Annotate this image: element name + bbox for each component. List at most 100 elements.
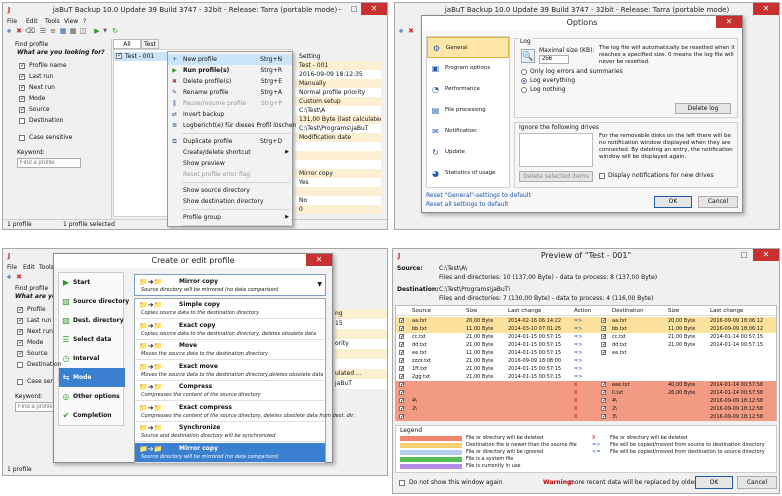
maxsize-input[interactable]: [539, 55, 569, 64]
context-item-delete-profile-s[interactable]: ✖ Delete profile(s) Strg+E: [168, 76, 292, 87]
row-dest-checkbox[interactable]: [601, 381, 607, 389]
drives-list[interactable]: [519, 133, 593, 167]
column-view-icon[interactable]: ◫: [79, 27, 87, 35]
clear-icon[interactable]: ⌫: [25, 27, 35, 35]
menu-item-1[interactable]: Edit: [26, 18, 38, 25]
table-row[interactable]: 1ff.txt 21,00 Byte 2014-01-15 00:57:15 =>: [396, 365, 776, 373]
context-item-invert-backup[interactable]: ⇄ Invert backup: [168, 109, 292, 120]
bg-keyword-input[interactable]: [15, 402, 55, 412]
wizard-step-source-directory[interactable]: ▨ Source directory: [59, 292, 129, 311]
table-row[interactable]: Xll.txt 26,00 Byte 2014-01-14 00:57:58: [396, 389, 776, 397]
log-radio[interactable]: [521, 69, 527, 75]
context-item-logbericht-e-f-r-dieses-profil-l-schen[interactable]: ≣ Logbericht(e) für dieses Profil löschen: [168, 120, 296, 131]
row-dest-checkbox[interactable]: [601, 405, 607, 413]
options-nav-general[interactable]: ⚙ General: [427, 37, 509, 58]
row-source-checkbox[interactable]: [399, 397, 405, 405]
display-notifications-checkbox[interactable]: [599, 173, 605, 179]
context-item-show-destination-directory[interactable]: Show destination directory: [168, 196, 292, 207]
tab-all-profiles[interactable]: All profiles: [113, 39, 141, 57]
table-row[interactable]: zzzz.txt 21,00 Byte 2016-09-09 18:08:00 =>: [396, 357, 776, 365]
table-row[interactable]: 2gg.txt 21,00 Byte 2014-01-15 00:57:15 =>: [396, 373, 776, 381]
options-close-button[interactable]: [716, 16, 742, 28]
column-header-6[interactable]: Last change: [710, 308, 743, 314]
column-header-1[interactable]: Size: [466, 308, 477, 314]
reset-all-link[interactable]: Reset all settings to default: [426, 201, 508, 208]
menu-item-3[interactable]: View: [64, 18, 78, 25]
log-radio[interactable]: [521, 78, 527, 84]
grid-view-icon[interactable]: ▦: [59, 27, 67, 35]
bg-case-checkbox[interactable]: [17, 379, 23, 385]
row-source-checkbox[interactable]: [399, 333, 405, 341]
bg-close-button[interactable]: [753, 3, 779, 15]
bg-option-checkbox[interactable]: [17, 306, 23, 314]
row-source-checkbox[interactable]: [399, 325, 405, 333]
table-row[interactable]: dd.txt 21,00 Byte 2014-01-15 00:57:15 => dd.…: [396, 341, 776, 349]
options-nav-program-options[interactable]: ▣ Program options: [427, 58, 509, 79]
delete-profile-icon[interactable]: ✖: [15, 27, 23, 35]
row-dest-checkbox[interactable]: [601, 349, 607, 357]
mode-option-exact-copy[interactable]: 📁➔📁 Exact copy Copies source data to the d…: [135, 320, 325, 340]
options-nav-update[interactable]: ↻ Update: [427, 142, 509, 163]
row-source-checkbox[interactable]: [399, 405, 405, 413]
row-source-checkbox[interactable]: [399, 413, 405, 421]
table-row[interactable]: X 3\ 2016-09-09 18:12:58: [396, 413, 776, 421]
mode-option-compress[interactable]: 📁➔📁 Compress Compresses the content of the…: [135, 381, 325, 401]
maximize-icon[interactable]: □: [347, 3, 361, 15]
options-nav-file-processing[interactable]: ▤ File processing: [427, 100, 509, 121]
table-row[interactable]: bb.txt 11,00 Byte 2014-03-10 07:01:25 => bb.…: [396, 325, 776, 333]
tab-test[interactable]: Test: [141, 39, 159, 49]
search-option-checkbox[interactable]: [19, 118, 25, 124]
search-option-checkbox[interactable]: [19, 106, 25, 114]
row-source-checkbox[interactable]: [399, 365, 405, 373]
context-item-show-source-directory[interactable]: Show source directory: [168, 185, 292, 196]
context-item-create-delete-shortcut[interactable]: Create/delete shortcut ▶: [168, 147, 292, 158]
row-source-checkbox[interactable]: [399, 373, 405, 381]
row-source-checkbox[interactable]: [399, 341, 405, 349]
row-dest-checkbox[interactable]: [601, 413, 607, 421]
row-source-checkbox[interactable]: [399, 317, 405, 325]
context-item-profile-properties[interactable]: ⚙Profile propertiesStrg+E: [168, 228, 292, 229]
context-item-rename-profile[interactable]: ✎ Rename profile Strg+A: [168, 87, 292, 98]
wizard-step-mode[interactable]: ⇆ Mode: [59, 368, 125, 387]
search-option-checkbox[interactable]: [19, 62, 25, 70]
bg-option-checkbox[interactable]: [17, 362, 23, 368]
wizard-close-button[interactable]: [306, 254, 332, 266]
case-sensitive-checkbox[interactable]: [19, 135, 25, 141]
run-dropdown-icon[interactable]: ▼: [101, 27, 109, 35]
bg-option-checkbox[interactable]: [17, 317, 23, 325]
options-nav-performance[interactable]: ◔ Performance: [427, 79, 509, 100]
table-row[interactable]: 2\ X 2\ 2016-09-09 18:12:58: [396, 405, 776, 413]
wizard-step-select-data[interactable]: ☰ Select data: [59, 330, 125, 349]
preview-ok-button[interactable]: OK: [695, 476, 733, 489]
mode-option-exact-compress[interactable]: 📁➔📁 Exact compress Compresses the content …: [135, 402, 354, 422]
new-profile-icon[interactable]: +: [5, 27, 13, 35]
preview-cancel-button[interactable]: Cancel: [737, 476, 777, 489]
row-source-checkbox[interactable]: [399, 357, 405, 365]
preview-maximize-icon[interactable]: □: [737, 249, 751, 261]
table-row[interactable]: 4\ X 4\ 2016-09-09 18:12:58: [396, 397, 776, 405]
profile-row[interactable]: Test - 001: [114, 52, 174, 61]
table-row[interactable]: Xeee.txt 40,00 Byte 2014-01-14 00:57:58: [396, 381, 776, 389]
table-row[interactable]: ee.txt 11,00 Byte 2014-01-15 00:57:15 => ee.…: [396, 349, 776, 357]
options-nav-statistics-of-usage[interactable]: ◕ Statistics of usage: [427, 163, 509, 184]
close-button[interactable]: [361, 3, 387, 15]
context-item-new-profile[interactable]: + New profile Strg+N: [168, 54, 292, 65]
mode-option-exact-move[interactable]: 📁➔📁 Exact move Moves the source data to th…: [135, 361, 325, 381]
bg-option-checkbox[interactable]: [17, 339, 23, 347]
menu-item-0[interactable]: File: [7, 18, 17, 25]
bg-option-checkbox[interactable]: [17, 328, 23, 336]
row-source-checkbox[interactable]: [399, 349, 405, 357]
run-icon[interactable]: ▶: [93, 27, 101, 35]
context-item-duplicate-profile[interactable]: ⧉ Duplicate profile Strg+D: [168, 136, 292, 147]
column-header-2[interactable]: Last change: [508, 308, 541, 314]
wizard-step-start[interactable]: ▶ Start: [59, 273, 125, 292]
context-item-run-profile-s[interactable]: ▶ Run profile(s) Strg+R: [168, 65, 292, 76]
table-row[interactable]: cc.txt 21,00 Byte 2014-01-15 00:57:15 => cc.…: [396, 333, 776, 341]
context-item-show-preview[interactable]: Show preview: [168, 158, 292, 169]
mode-option-move[interactable]: 📁➔📁 Move Moves the source data to the dest…: [135, 340, 325, 360]
delete-selected-button[interactable]: Delete selected items: [519, 171, 593, 182]
wizard-step-interval[interactable]: ◷ Interval: [59, 349, 125, 368]
wizard-step-completion[interactable]: ✔ Completion: [59, 406, 125, 425]
reset-general-link[interactable]: Reset "General"-settings to default: [426, 192, 531, 199]
no-show-checkbox[interactable]: [399, 480, 405, 486]
